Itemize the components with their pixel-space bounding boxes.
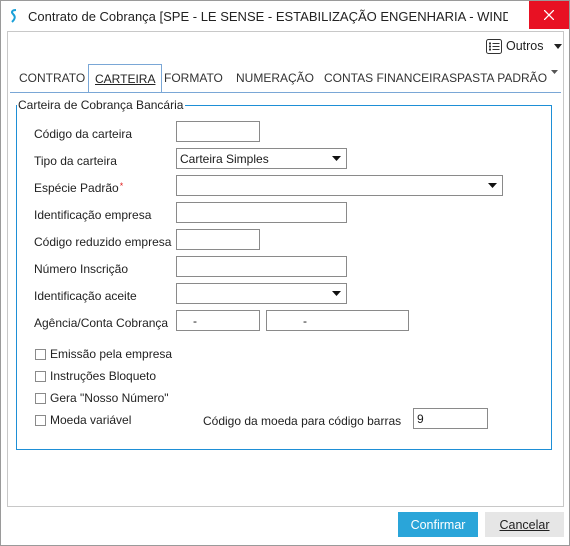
close-icon [543,9,555,21]
codigo-reduzido-empresa-label: Código reduzido empresa [34,235,172,249]
cancel-button[interactable]: Cancelar [485,512,564,537]
tab-numeracao[interactable]: NUMERAÇÃO [236,71,314,85]
tab-formato[interactable]: FORMATO [164,71,223,85]
especie-padrao-label-text: Espécie Padrão [34,181,119,195]
dialog-content: Outros CONTRATO CARTEIRA FORMATO NUMERAÇ… [7,31,564,507]
tab-pasta-padrao[interactable]: PASTA PADRÃO [457,71,547,85]
especie-padrao-label: Espécie Padrão* [34,181,123,195]
conta-input[interactable]: - [266,310,409,331]
carteira-fieldset: Carteira de Cobrança Bancária Código da … [16,98,552,450]
tipo-carteira-label: Tipo da carteira [34,154,117,168]
instrucoes-bloqueto-checkbox[interactable] [35,371,46,382]
tipo-carteira-select[interactable]: Carteira Simples [176,148,347,169]
app-logo-icon [11,9,17,23]
identificacao-aceite-label: Identificação aceite [34,289,137,303]
chevron-down-icon [332,291,341,296]
gera-nosso-numero-label[interactable]: Gera "Nosso Número" [50,391,169,405]
outros-label: Outros [506,39,544,53]
instrucoes-bloqueto-label[interactable]: Instruções Bloqueto [50,369,156,383]
tab-carteira[interactable]: CARTEIRA [88,64,163,92]
tab-bar: CONTRATO CARTEIRA FORMATO NUMERAÇÃO CONT… [8,62,563,92]
tab-contas-financeiras[interactable]: CONTAS FINANCEIRAS [324,71,457,85]
window-title: Contrato de Cobrança [SPE - LE SENSE - E… [28,9,508,24]
chevron-down-icon [332,156,341,161]
tipo-carteira-value: Carteira Simples [180,152,269,166]
emissao-empresa-checkbox[interactable] [35,349,46,360]
required-marker: * [119,181,124,191]
chevron-down-icon [488,183,497,188]
carteira-panel: Carteira de Cobrança Bancária Código da … [10,92,561,452]
title-bar[interactable]: Contrato de Cobrança [SPE - LE SENSE - E… [1,1,569,31]
fieldset-legend: Carteira de Cobrança Bancária [17,98,186,112]
outros-menu-button[interactable]: Outros [486,37,562,55]
identificacao-aceite-select[interactable] [176,283,347,304]
identificacao-empresa-input[interactable] [176,202,347,223]
codigo-reduzido-empresa-input[interactable] [176,229,260,250]
agencia-input[interactable]: - [176,310,260,331]
codigo-moeda-input[interactable]: 9 [413,408,488,429]
codigo-moeda-label: Código da moeda para código barras [203,414,402,428]
dialog-window: Contrato de Cobrança [SPE - LE SENSE - E… [0,0,570,546]
moeda-variavel-label[interactable]: Moeda variável [50,413,131,427]
gera-nosso-numero-checkbox[interactable] [35,393,46,404]
codigo-carteira-label: Código da carteira [34,127,133,141]
list-menu-icon [486,38,502,54]
emissao-empresa-label[interactable]: Emissão pela empresa [50,347,172,361]
close-button[interactable] [529,1,569,29]
agencia-conta-label: Agência/Conta Cobrança [34,316,169,330]
tabs-scroll-down-icon[interactable] [551,70,558,74]
especie-padrao-select[interactable] [176,175,503,196]
numero-inscricao-label: Número Inscrição [34,262,129,276]
identificacao-empresa-label: Identificação empresa [34,208,152,222]
tab-contrato[interactable]: CONTRATO [19,71,85,85]
chevron-down-icon [553,43,562,49]
moeda-variavel-checkbox[interactable] [35,415,46,426]
confirm-button[interactable]: Confirmar [398,512,478,537]
numero-inscricao-input[interactable] [176,256,347,277]
codigo-carteira-input[interactable] [176,121,260,142]
